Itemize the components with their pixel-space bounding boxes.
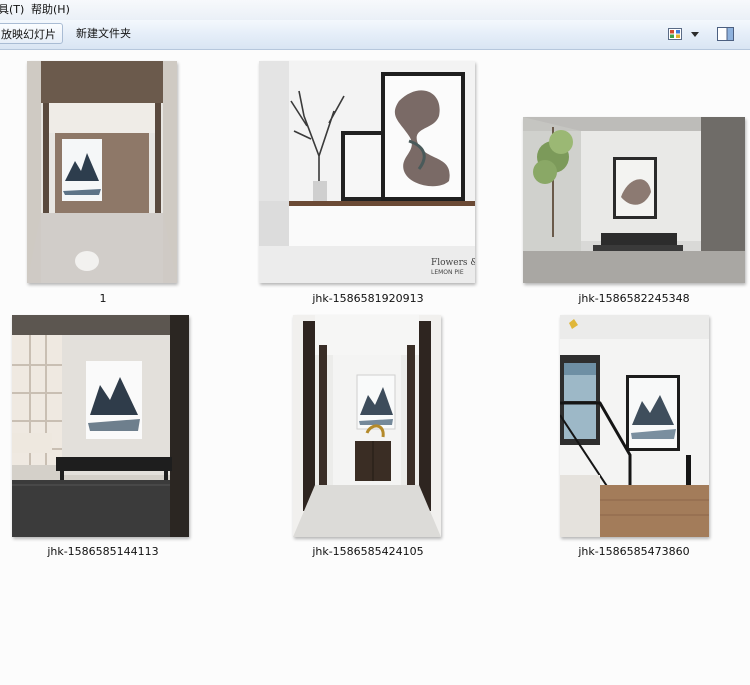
file-thumbnail[interactable] [27,61,177,283]
thumbnail-view-icon[interactable] [668,28,682,40]
file-name-label: jhk-1586582245348 [578,292,690,305]
file-thumbnail[interactable] [560,315,709,537]
slideshow-button[interactable]: 放映幻灯片 [0,23,63,44]
file-thumbnail[interactable] [12,315,189,537]
menu-tools[interactable]: 具(T) [0,3,24,17]
foyer-bench-thumbnail [12,315,189,537]
file-thumbnail[interactable] [523,117,745,283]
menu-help[interactable]: 帮助(H) [31,3,70,17]
branch-and-frames-thumbnail: Flowers & LEMON PIE [259,61,475,283]
entrance-ink-painting-thumbnail [27,61,177,283]
watermark-text: Flowers & [431,258,475,268]
new-folder-button[interactable]: 新建文件夹 [70,23,137,44]
living-room-glass-thumbnail [523,117,745,283]
chevron-down-icon[interactable] [689,29,701,39]
preview-pane-icon[interactable] [717,27,734,41]
file-thumbnail[interactable]: Flowers & LEMON PIE [259,61,475,283]
menu-bar: 具(T) 帮助(H) [0,0,750,20]
file-name-label: 1 [99,292,107,305]
file-name-label: jhk-1586585424105 [312,545,424,558]
watermark-text: LEMON PIE [431,269,464,276]
command-bar: 放映幻灯片 新建文件夹 [0,20,750,50]
file-name-label: jhk-1586585473860 [578,545,690,558]
file-thumbnail[interactable] [293,315,441,537]
staircase-landing-thumbnail [560,315,709,537]
file-name-label: jhk-1586581920913 [312,292,424,305]
corridor-cabinet-thumbnail [293,315,441,537]
file-name-label: jhk-1586585144113 [47,545,159,558]
